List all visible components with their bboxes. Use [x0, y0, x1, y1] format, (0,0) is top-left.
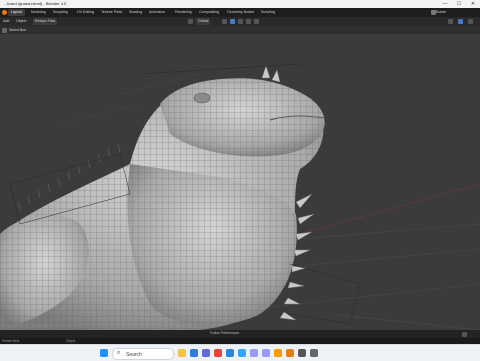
zbrush-icon[interactable]: [298, 349, 306, 357]
workspace-tab[interactable]: UV Editing: [74, 9, 97, 16]
pivot-icon[interactable]: [222, 19, 227, 24]
3d-viewport[interactable]: [0, 34, 480, 330]
workspace-tab[interactable]: Modeling: [28, 9, 49, 16]
store-icon[interactable]: [202, 349, 210, 357]
blender-logo-icon[interactable]: [2, 10, 7, 15]
taskbar-search[interactable]: ⌕ Search: [112, 348, 174, 360]
follow-preferences-select[interactable]: Follow Preferences: [210, 331, 239, 335]
proportional-edit-icon[interactable]: [246, 19, 251, 24]
workspace-tab[interactable]: Animation: [146, 9, 168, 16]
workspace-tab[interactable]: Layout: [8, 9, 25, 16]
workspace-tab[interactable]: Geometry Nodes: [224, 9, 257, 16]
premiere-icon[interactable]: [250, 349, 258, 357]
rotate-view-hint: Rotate View: [2, 339, 20, 343]
orientation-icon: [188, 19, 193, 24]
app-icon[interactable]: [310, 349, 318, 357]
footer-options-icon[interactable]: [462, 331, 467, 337]
search-icon: ⌕: [117, 350, 121, 356]
mail-icon[interactable]: [226, 349, 234, 357]
iguana-mesh: [0, 78, 326, 330]
snap-target-icon[interactable]: [238, 19, 243, 24]
select-box-icon: [2, 27, 7, 33]
transform-orientation-select[interactable]: Global: [196, 18, 211, 25]
snap-icon[interactable]: [230, 19, 235, 24]
eye-shape: [193, 92, 211, 104]
blender-icon[interactable]: [286, 349, 294, 357]
close-button[interactable]: ✕: [466, 0, 480, 8]
view-object-types-icon[interactable]: [448, 19, 453, 24]
workspace-tab[interactable]: Texture Paint: [98, 9, 125, 16]
tool-settings-bar: Select Box: [0, 26, 480, 34]
search-placeholder: Search: [126, 351, 142, 358]
select-mode-dropdown[interactable]: Select Box: [9, 27, 26, 34]
chrome-icon[interactable]: [214, 349, 222, 357]
workspace-tab[interactable]: Rendering: [172, 9, 195, 16]
window-title: ...lizard Iguana.blend] - Blender 4.0: [4, 1, 67, 6]
menu-add[interactable]: Add: [3, 18, 9, 25]
start-button[interactable]: [100, 349, 108, 357]
workspace-tab[interactable]: Sculpting: [50, 9, 71, 16]
workspace-tab[interactable]: Shading: [126, 9, 145, 16]
scene-selector[interactable]: Scene: [436, 10, 446, 14]
maximize-button[interactable]: ☐: [452, 0, 466, 8]
menu-object[interactable]: Object: [16, 18, 26, 25]
workspace-tab[interactable]: Scripting: [258, 9, 278, 16]
file-explorer-icon[interactable]: [178, 349, 186, 357]
workspace-tab[interactable]: Compositing: [196, 9, 222, 16]
windows-taskbar: ⌕ Search: [0, 344, 480, 361]
photoshop-icon[interactable]: [238, 349, 246, 357]
minimize-button[interactable]: —: [438, 0, 452, 8]
falloff-icon[interactable]: [254, 19, 259, 24]
overlays-icon[interactable]: [458, 19, 463, 24]
shading-icon[interactable]: [468, 19, 473, 24]
object-context-hint: Object: [66, 339, 76, 343]
edge-icon[interactable]: [190, 349, 198, 357]
workspace-bar: Layout Modeling Sculpting UV Editing Texture…: [0, 8, 480, 17]
viewport-footer: Follow Preferences: [0, 330, 480, 338]
after-effects-icon[interactable]: [262, 349, 270, 357]
window-title-bar: ...lizard Iguana.blend] - Blender 4.0 — …: [0, 0, 480, 8]
iguana-mesh-render: [0, 63, 480, 330]
illustrator-icon[interactable]: [274, 349, 282, 357]
retopoflow-menu[interactable]: Retopo Flow: [33, 18, 58, 25]
